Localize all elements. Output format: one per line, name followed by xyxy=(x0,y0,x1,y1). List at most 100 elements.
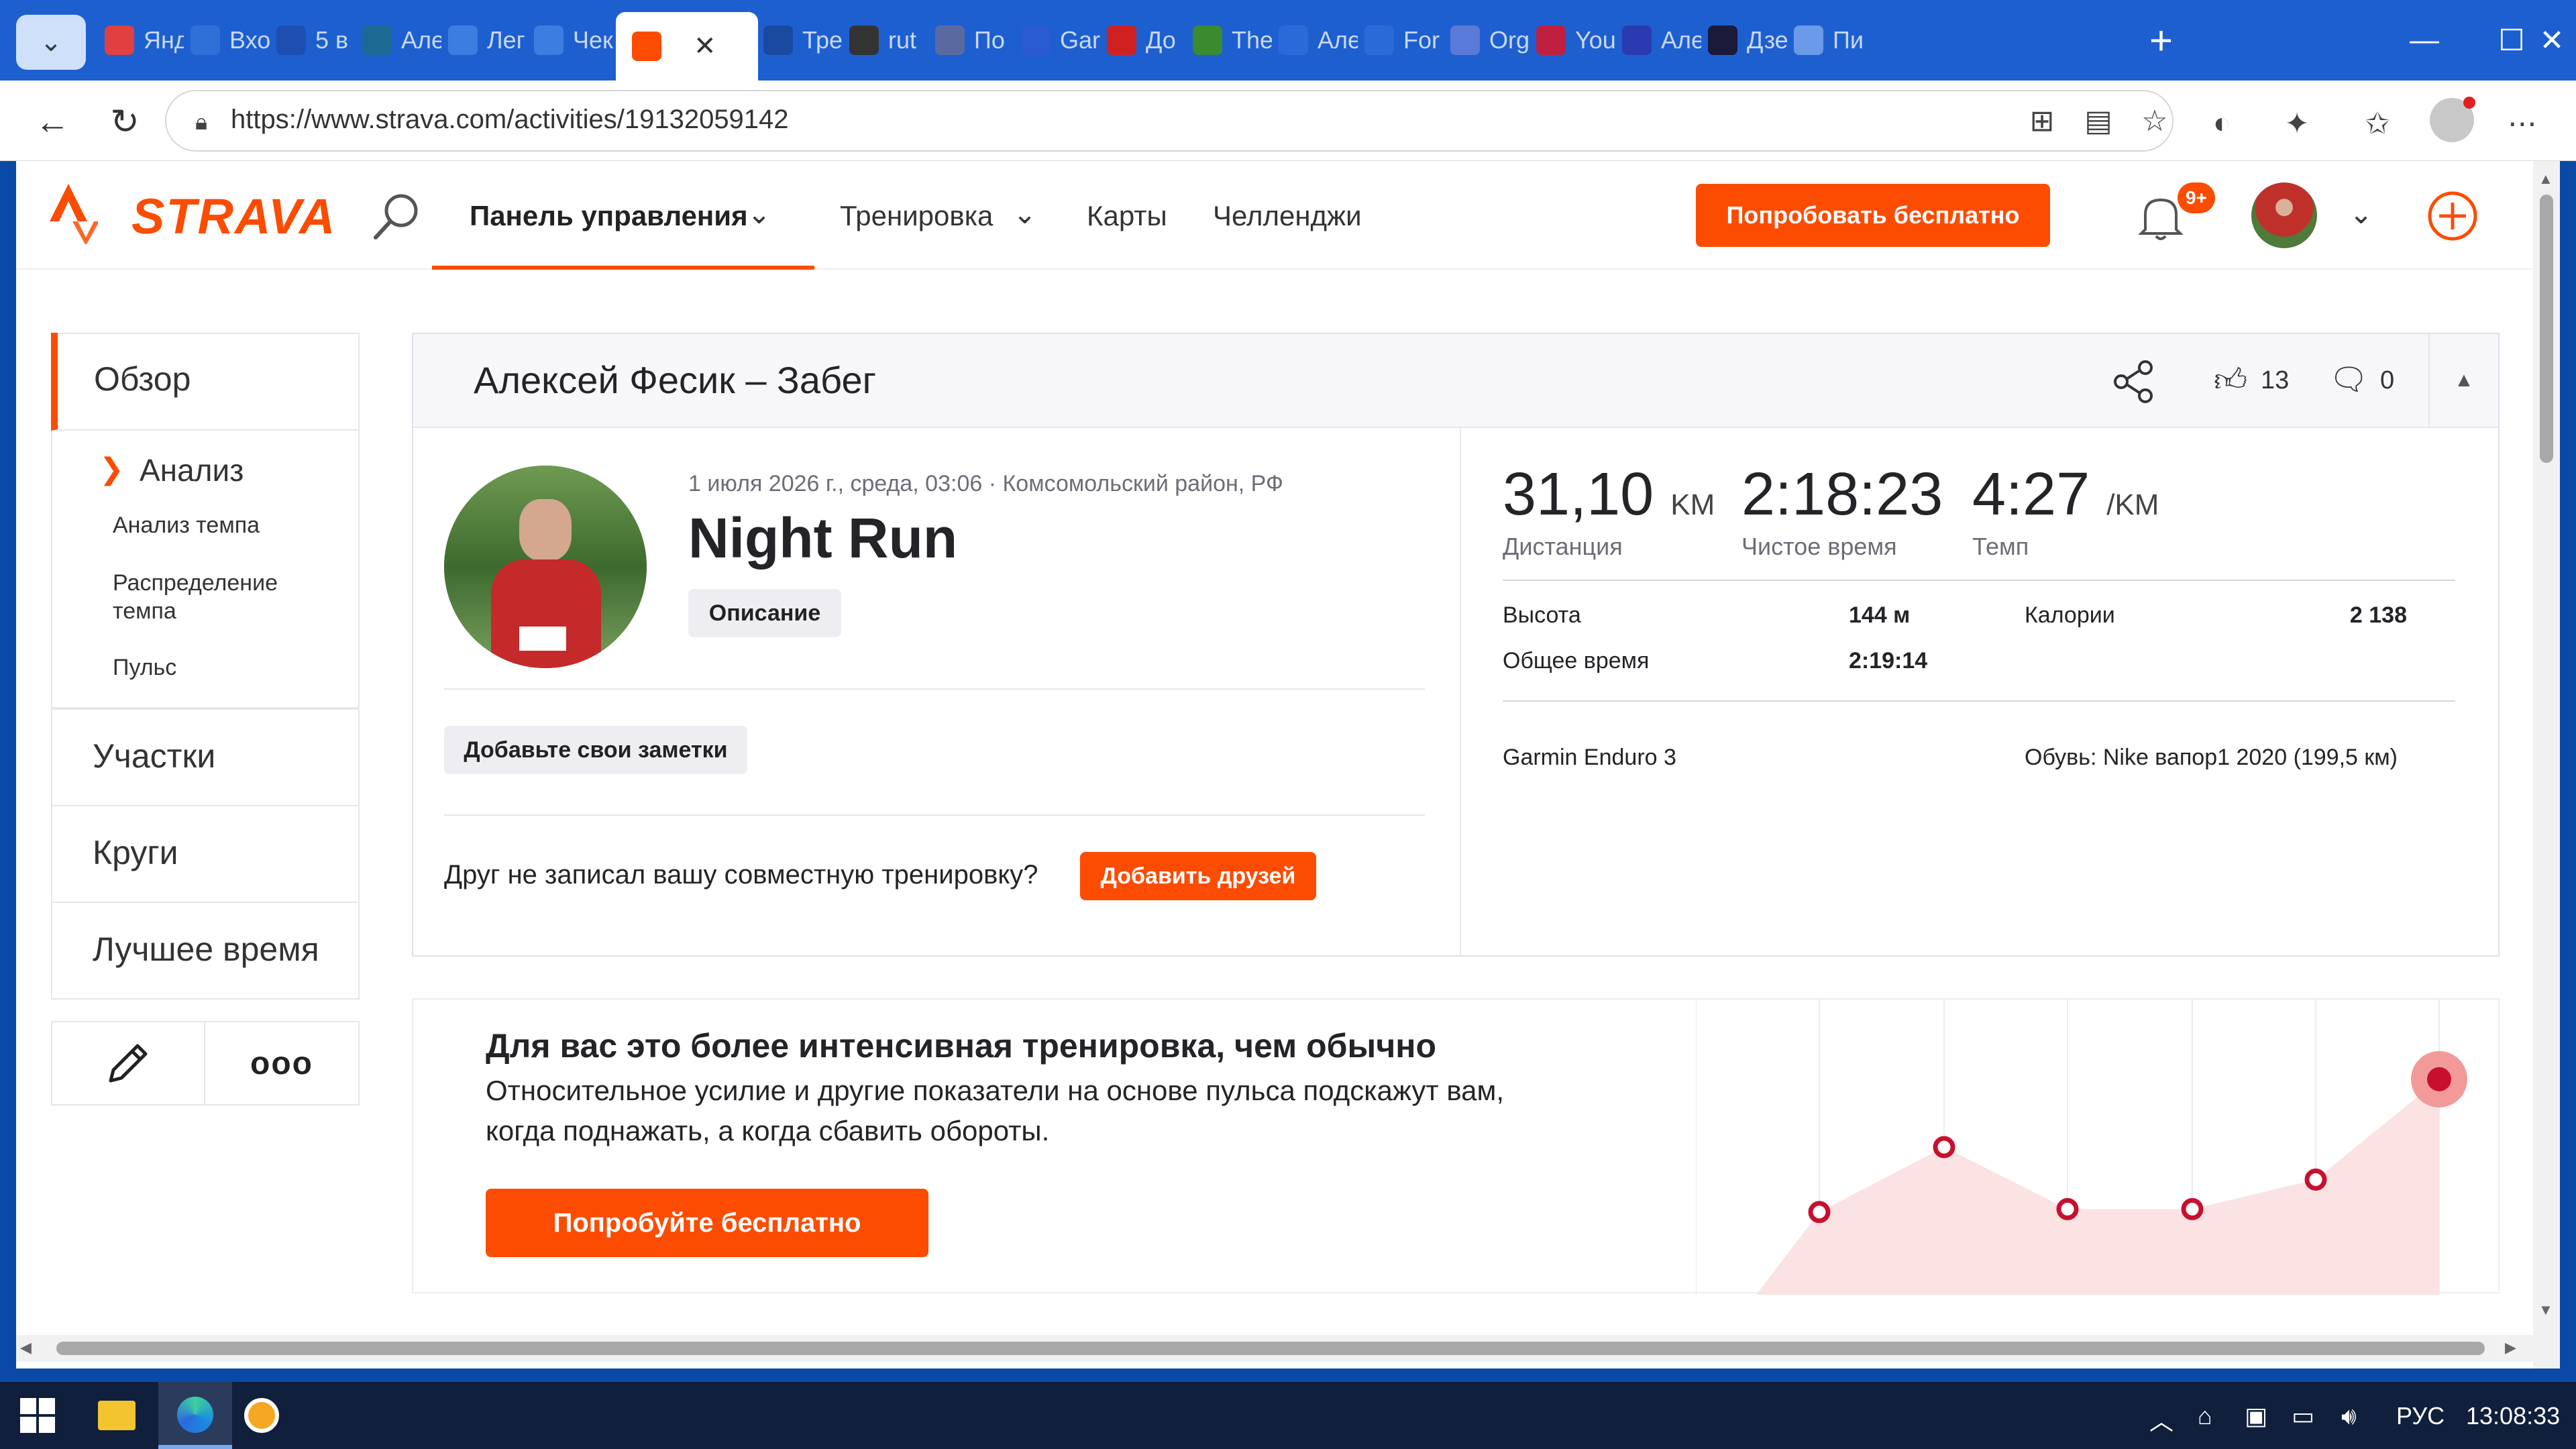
sidebar-item-analysis-label: Анализ xyxy=(140,453,244,488)
add-friends-button[interactable]: Добавить друзей xyxy=(1080,852,1316,900)
browser-tab[interactable]: Лег xyxy=(444,12,527,68)
browser-tab[interactable]: For xyxy=(1360,12,1444,68)
tab-list-dropdown-button[interactable]: ⌄ xyxy=(16,15,86,70)
browser-tab[interactable]: Але xyxy=(358,12,441,68)
chart-area xyxy=(1756,1079,2439,1295)
display-icon[interactable]: ▭ xyxy=(2292,1402,2314,1430)
scrollbar-thumb[interactable] xyxy=(2540,195,2553,463)
volume-icon[interactable]: 🔊︎ xyxy=(2341,1402,2357,1431)
strava-wordmark[interactable]: STRAVA xyxy=(131,188,336,245)
clock-time[interactable]: 13:08:33 xyxy=(2466,1402,2560,1430)
browser-tab[interactable]: Gar xyxy=(1017,12,1100,68)
favorites-bar-icon[interactable]: ✩ xyxy=(2359,105,2396,142)
reload-icon[interactable]: ↻ xyxy=(103,101,146,144)
nav-dashboard[interactable]: Панель управления ⌄ xyxy=(432,161,814,270)
sidebar-item-analysis[interactable]: ❯ Анализ xyxy=(52,441,358,502)
browser-essentials-icon[interactable]: ◐ xyxy=(2203,105,2241,142)
elevation-label: Высота xyxy=(1503,602,1581,628)
browser-tab[interactable]: 5 в xyxy=(272,12,356,68)
reader-mode-icon[interactable]: ▤ xyxy=(2080,102,2117,140)
sb-icon xyxy=(534,25,564,55)
add-notes-button[interactable]: Добавьте свои заметки xyxy=(444,726,747,774)
nav-maps[interactable]: Карты xyxy=(1087,200,1167,232)
new-tab-button[interactable]: + xyxy=(2149,12,2196,68)
meet-now-icon[interactable]: ⌂ xyxy=(2198,1402,2212,1430)
comments-button[interactable]: 🗨︎ 0 xyxy=(2329,361,2403,401)
browser-tab[interactable]: Але xyxy=(1618,12,1701,68)
browser-tab[interactable]: Org xyxy=(1446,12,1529,68)
address-bar[interactable]: 🔒︎ https://www.strava.com/activities/191… xyxy=(165,90,2174,152)
close-window-button[interactable]: ✕ xyxy=(2512,13,2576,67)
sidebar-item-laps[interactable]: Круги xyxy=(51,805,360,903)
browser-tab[interactable]: ✕ xyxy=(616,12,758,80)
kudos-button[interactable]: 👍︎ 13 xyxy=(2214,361,2301,401)
browser-tab[interactable]: Дзе xyxy=(1704,12,1787,68)
browser-tab[interactable]: You xyxy=(1532,12,1615,68)
vertical-scrollbar[interactable]: ▲ ▼ xyxy=(2533,161,2560,1368)
nav-challenges[interactable]: Челленджи xyxy=(1213,200,1362,232)
browser-tab[interactable]: rut xyxy=(845,12,928,68)
profile-avatar[interactable] xyxy=(2430,97,2475,142)
browser-tab[interactable]: Але xyxy=(1275,12,1358,68)
browser-tab[interactable]: The xyxy=(1189,12,1272,68)
strava-logo-icon[interactable] xyxy=(48,184,98,244)
more-options-button[interactable]: ooo xyxy=(205,1022,358,1104)
browser-tab[interactable]: Чек xyxy=(530,12,613,68)
add-plus-circle-icon[interactable] xyxy=(2423,186,2482,246)
input-language[interactable]: РУС xyxy=(2396,1402,2445,1430)
distance-unit: KM xyxy=(1670,488,1715,521)
description-button[interactable]: Описание xyxy=(688,589,841,637)
chart-point xyxy=(2181,1197,2204,1220)
app-tray-icon[interactable] xyxy=(244,1398,279,1433)
sidebar-overview-section: Обзор ❯ Анализ Анализ темпа Распределени… xyxy=(51,333,360,708)
site-info-lock-icon[interactable]: 🔒︎ xyxy=(186,107,216,137)
scroll-right-arrow-icon[interactable]: ▶ xyxy=(2505,1339,2516,1356)
close-tab-icon[interactable]: ✕ xyxy=(694,31,716,62)
chevron-down-icon[interactable]: ⌄ xyxy=(2349,197,2373,230)
search-icon[interactable] xyxy=(372,191,423,241)
shoes-info[interactable]: Обувь: Nike вапор1 2020 (199,5 км) xyxy=(2025,745,2398,771)
more-menu-icon[interactable]: ⋯ xyxy=(2504,105,2541,142)
sidebar-item-heart-rate[interactable]: Пульс xyxy=(113,655,176,681)
url-text[interactable]: https://www.strava.com/activities/191320… xyxy=(231,105,789,135)
promo-try-free-button[interactable]: Попробуйте бесплатно xyxy=(486,1189,928,1257)
minimize-button[interactable]: — xyxy=(2384,13,2465,67)
collapse-header-button[interactable]: ▲ xyxy=(2428,334,2498,427)
sidebar-item-best-efforts[interactable]: Лучшее время xyxy=(51,902,360,1000)
edge-browser-icon[interactable] xyxy=(158,1382,232,1449)
browser-tab[interactable]: По xyxy=(931,12,1014,68)
file-explorer-icon[interactable] xyxy=(98,1401,136,1430)
scroll-left-arrow-icon[interactable]: ◀ xyxy=(20,1339,32,1356)
network-icon[interactable]: ▣ xyxy=(2245,1402,2267,1430)
sidebar-item-overview[interactable]: Обзор xyxy=(51,333,360,431)
browser-tab[interactable]: Пи xyxy=(1790,12,1873,68)
browser-tab[interactable]: Тре xyxy=(759,12,843,68)
sidebar-item-laps-label: Круги xyxy=(93,834,178,871)
browser-tab[interactable]: Янд xyxy=(101,12,184,68)
try-free-button[interactable]: Попробовать бесплатно xyxy=(1696,184,2050,247)
horizontal-scrollbar[interactable]: ◀ ▶ xyxy=(16,1335,2533,1362)
browser-tab[interactable]: Вхо xyxy=(186,12,270,68)
scrollbar-thumb[interactable] xyxy=(56,1342,2485,1355)
scroll-up-arrow-icon[interactable]: ▲ xyxy=(2538,170,2553,188)
start-windows-icon[interactable] xyxy=(20,1398,55,1433)
youtube-icon xyxy=(1536,25,1566,55)
browser-tab-label: Пи xyxy=(1833,26,1864,54)
favorite-star-icon[interactable]: ☆ xyxy=(2136,102,2174,140)
browser-tab-label: Org xyxy=(1489,26,1529,54)
edit-pencil-icon[interactable] xyxy=(52,1022,205,1104)
athlete-photo[interactable] xyxy=(444,466,647,668)
sidebar-item-pace-distribution[interactable]: Распределение темпа xyxy=(113,569,314,625)
promo-title: Для вас это более интенсивная тренировка… xyxy=(486,1027,1436,1065)
nav-training[interactable]: Тренировка ⌄ xyxy=(824,161,1045,270)
extensions-puzzle-icon[interactable]: ✦ xyxy=(2278,105,2316,142)
sidebar-item-pace-analysis[interactable]: Анализ темпа xyxy=(113,513,260,539)
back-arrow-icon[interactable]: ← xyxy=(31,101,74,144)
split-screen-icon[interactable]: ⊞ xyxy=(2023,102,2061,140)
show-hidden-icons-icon[interactable]: ︿ xyxy=(2149,1402,2174,1437)
user-avatar[interactable] xyxy=(2251,182,2317,248)
share-icon[interactable] xyxy=(2110,358,2157,405)
sidebar-item-segments[interactable]: Участки xyxy=(51,708,360,806)
scroll-down-arrow-icon[interactable]: ▼ xyxy=(2538,1301,2553,1319)
browser-tab[interactable]: До xyxy=(1103,12,1186,68)
